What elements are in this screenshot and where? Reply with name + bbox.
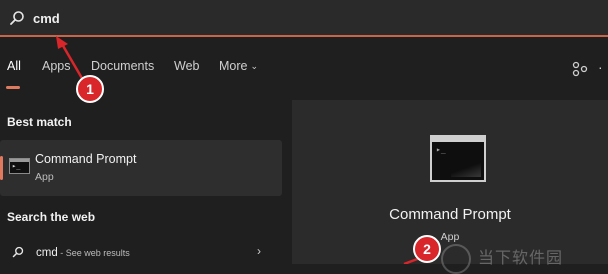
search-icon [12,246,24,258]
active-tab-indicator [6,86,20,89]
tab-more-label: More [219,59,248,73]
tab-more[interactable]: More ⌄ [219,59,258,73]
web-result-query: cmd [36,247,58,259]
best-match-item[interactable]: Command Prompt App [0,140,282,196]
command-prompt-icon [9,158,30,174]
best-match-subtitle: App [35,171,54,183]
search-input[interactable]: cmd [33,11,60,26]
web-result-label: cmd - See web results [36,247,130,259]
web-result-suffix: - See web results [57,248,130,258]
preview-panel: ▸_ Command Prompt App [292,100,608,264]
watermark-logo [441,244,471,274]
chevron-down-icon: ⌄ [250,61,259,71]
more-options-icon[interactable]: · [598,59,604,75]
search-web-heading: Search the web [7,210,96,224]
search-icon [10,11,24,25]
watermark-text: 当下软件园 [478,250,564,267]
selection-indicator [0,156,3,180]
tab-all[interactable]: All [7,59,21,73]
tab-web[interactable]: Web [174,59,199,73]
preview-title: Command Prompt [389,206,511,223]
share-icon[interactable] [572,61,588,77]
chevron-right-icon[interactable]: › [257,244,261,258]
best-match-title: Command Prompt [35,152,137,166]
annotation-marker-2: 2 [413,235,441,263]
tab-documents[interactable]: Documents [91,59,154,73]
annotation-marker-1: 1 [76,75,104,103]
command-prompt-icon: ▸_ [430,135,486,182]
web-result-item[interactable]: cmd - See web results › [0,240,282,264]
search-bar[interactable]: cmd [0,0,608,37]
best-match-heading: Best match [7,115,72,129]
tab-apps[interactable]: Apps [42,59,71,73]
preview-subtitle: App [440,231,460,243]
